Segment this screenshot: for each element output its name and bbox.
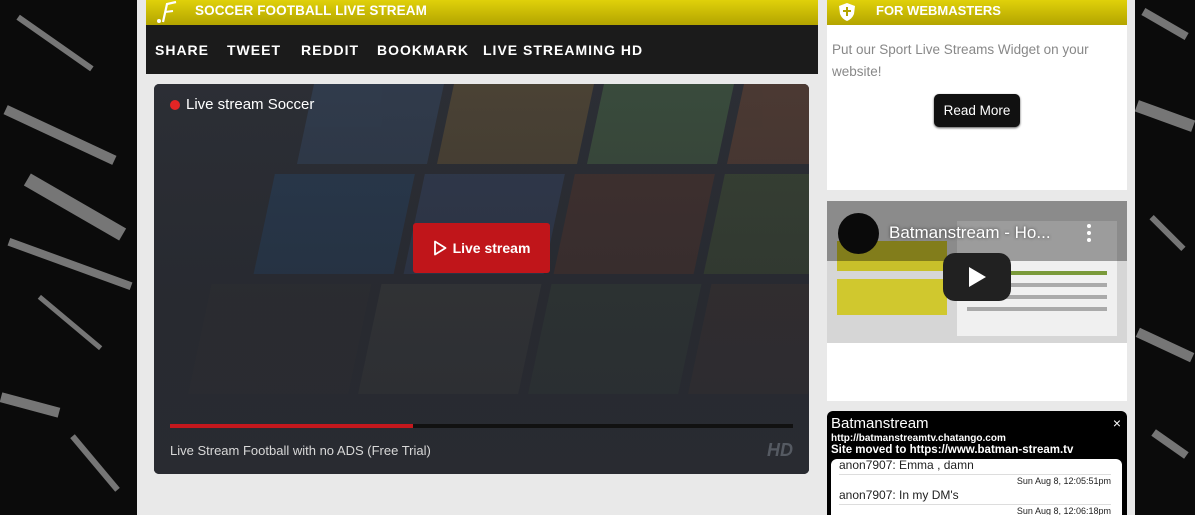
progress-fill xyxy=(170,424,413,428)
video-title[interactable]: Batmanstream - Ho... xyxy=(889,223,1051,243)
chat-room-name: Batmanstream xyxy=(831,415,929,432)
more-options-icon[interactable] xyxy=(1082,222,1096,244)
webmasters-header: FOR WEBMASTERS xyxy=(827,0,1127,25)
share-link[interactable]: SHARE xyxy=(155,42,209,58)
play-icon xyxy=(433,240,446,256)
chat-message-list[interactable]: anon7907: Emma , damn Sun Aug 8, 12:05:5… xyxy=(831,459,1122,515)
webmasters-title: FOR WEBMASTERS xyxy=(876,3,1001,18)
close-icon[interactable]: × xyxy=(1113,415,1121,431)
youtube-embed[interactable]: Batmanstream - Ho... xyxy=(827,201,1127,401)
football-logo-icon xyxy=(157,0,177,23)
chat-message: Sun Aug 8, 12:06:18pm xyxy=(839,505,1111,515)
share-bar: SHARE TWEET REDDIT BOOKMARK LIVE STREAMI… xyxy=(146,25,818,74)
page-container: SOCCER FOOTBALL LIVE STREAM SHARE TWEET … xyxy=(137,0,1135,515)
read-more-button[interactable]: Read More xyxy=(934,94,1020,127)
webmasters-text: Put our Sport Live Streams Widget on you… xyxy=(832,42,1089,79)
live-stream-button[interactable]: Live stream xyxy=(413,223,550,273)
video-player[interactable]: Live stream Soccer Live stream Live Stre… xyxy=(154,84,809,474)
shield-icon xyxy=(839,3,855,21)
progress-bar[interactable] xyxy=(170,424,793,428)
live-dot-icon xyxy=(170,99,180,110)
channel-avatar[interactable] xyxy=(838,213,879,254)
tweet-link[interactable]: TWEET xyxy=(227,42,281,58)
hd-badge: HD xyxy=(767,440,793,460)
live-indicator: Live stream Soccer xyxy=(170,96,314,113)
site-title: SOCCER FOOTBALL LIVE STREAM xyxy=(195,3,427,18)
webmasters-panel: Put our Sport Live Streams Widget on you… xyxy=(827,25,1127,190)
reddit-link[interactable]: REDDIT xyxy=(301,42,359,58)
background-texture-left xyxy=(0,0,140,515)
chat-url[interactable]: http://batmanstreamtv.chatango.com xyxy=(831,433,1006,444)
chat-message: Sun Aug 8, 12:05:51pm anon7907: In my DM… xyxy=(839,475,1111,505)
header-bar: SOCCER FOOTBALL LIVE STREAM xyxy=(146,0,818,25)
background-texture-right xyxy=(1135,0,1195,515)
chat-widget: Batmanstream × http://batmanstreamtv.cha… xyxy=(827,411,1127,515)
live-stream-button-label: Live stream xyxy=(452,240,531,256)
chat-notice: Site moved to https://www.batman-stream.… xyxy=(831,444,1074,456)
chat-message: anon7907: Emma , damn xyxy=(839,459,1111,475)
play-icon xyxy=(969,267,986,287)
live-label-text: Live stream Soccer xyxy=(186,96,315,113)
stream-caption: Live Stream Football with no ADS (Free T… xyxy=(170,443,431,458)
youtube-play-button[interactable] xyxy=(943,253,1011,301)
bookmark-link[interactable]: BOOKMARK xyxy=(377,42,469,58)
live-streaming-hd-link[interactable]: LIVE STREAMING HD xyxy=(483,42,643,58)
